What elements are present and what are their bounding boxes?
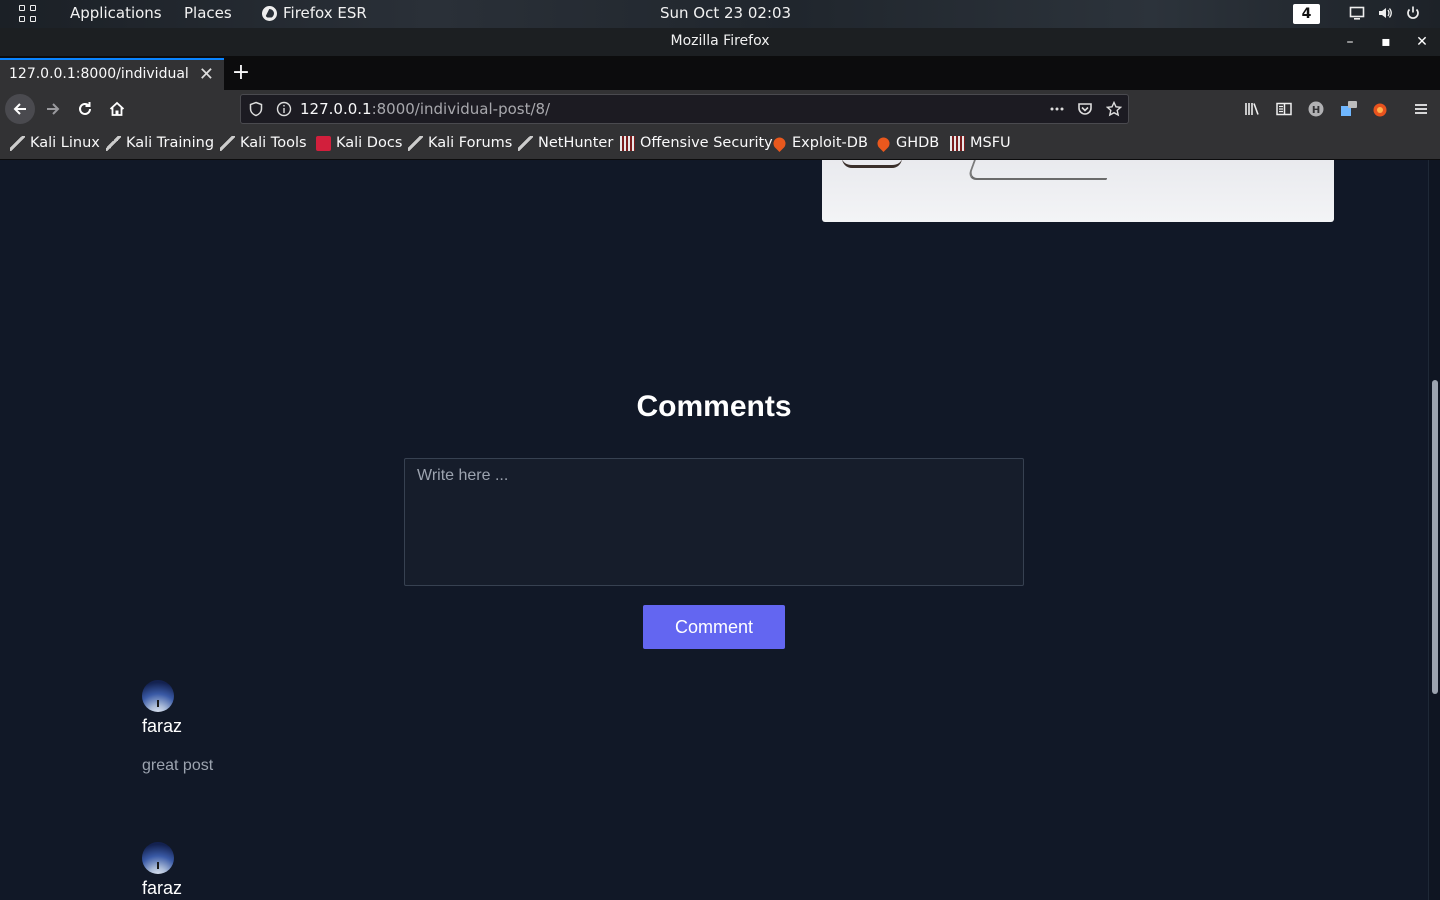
kali-dragon-icon (220, 135, 235, 151)
kali-dragon-icon (106, 135, 121, 151)
avatar (142, 680, 174, 712)
bookmark-kali-docs[interactable]: Kali Docs (316, 135, 402, 151)
bookmark-kali-forums[interactable]: Kali Forums (408, 135, 512, 151)
hamburger-menu-icon[interactable] (1412, 100, 1430, 118)
post-image-detail (966, 160, 1118, 180)
app-grid-icon[interactable] (19, 5, 37, 23)
sidebar-toggle-icon[interactable] (1275, 100, 1293, 118)
applications-menu[interactable]: Applications (70, 4, 162, 22)
close-window-button[interactable]: ✕ (1411, 31, 1433, 53)
kali-dragon-icon (10, 135, 25, 151)
bookmark-label: GHDB (896, 135, 940, 151)
url-host: 127.0.0.1 (300, 100, 372, 118)
tracking-shield-icon[interactable] (248, 101, 264, 117)
display-icon[interactable] (1349, 5, 1365, 21)
kali-dragon-icon (518, 135, 533, 151)
exploit-db-icon (875, 134, 892, 152)
forward-button[interactable] (38, 94, 68, 124)
url-bar[interactable]: 127.0.0.1:8000/individual-post/8/ (240, 94, 1129, 124)
workspace-indicator[interactable]: 4 (1293, 4, 1320, 24)
page-content: Comments Comment faraz great post faraz (0, 160, 1428, 900)
avatar-figure (157, 862, 159, 869)
nav-toolbar: 127.0.0.1:8000/individual-post/8/ H (0, 90, 1440, 128)
tab-title: 127.0.0.1:8000/individual-post/8/ (9, 66, 189, 82)
bookmark-ghdb[interactable]: GHDB (875, 134, 940, 152)
account-icon[interactable]: H (1307, 100, 1325, 118)
tab-close-button[interactable]: ✕ (199, 64, 214, 85)
bookmark-nethunter[interactable]: NetHunter (518, 135, 613, 151)
home-icon (109, 101, 125, 116)
library-icon[interactable] (1243, 100, 1261, 118)
comment-text: great post (142, 757, 214, 774)
power-icon[interactable] (1405, 5, 1421, 21)
offsec-icon (620, 135, 635, 151)
back-button[interactable] (5, 94, 35, 124)
pocket-icon[interactable] (1077, 101, 1093, 117)
tab-active[interactable]: 127.0.0.1:8000/individual-post/8/ ✕ (0, 58, 224, 90)
avatar-figure (157, 700, 159, 707)
places-menu[interactable]: Places (184, 4, 232, 22)
avatar (142, 842, 174, 874)
volume-icon[interactable] (1377, 5, 1393, 21)
clock[interactable]: Sun Oct 23 02:03 (660, 4, 791, 22)
comment-submit-button[interactable]: Comment (643, 605, 785, 649)
extension-fox-icon[interactable] (1371, 100, 1389, 118)
comment-input[interactable] (404, 458, 1024, 586)
post-image (822, 160, 1334, 222)
comment-item: faraz (142, 842, 542, 899)
bookmark-label: Kali Forums (428, 135, 513, 151)
url-text[interactable]: 127.0.0.1:8000/individual-post/8/ (300, 100, 550, 118)
site-info-icon[interactable] (276, 101, 292, 117)
forward-arrow-icon (47, 103, 60, 115)
kali-dragon-icon (408, 135, 423, 151)
svg-text:H: H (1312, 105, 1320, 116)
minimize-button[interactable]: – (1339, 31, 1361, 53)
bookmark-label: NetHunter (538, 135, 614, 151)
bookmark-kali-tools[interactable]: Kali Tools (220, 135, 307, 151)
new-tab-button[interactable]: + (230, 60, 252, 86)
exploit-db-icon (771, 134, 788, 152)
page-actions-icon[interactable] (1049, 101, 1065, 117)
bookmark-label: Kali Training (126, 135, 215, 151)
home-button[interactable] (102, 94, 132, 124)
scrollbar-thumb[interactable] (1432, 380, 1438, 694)
top-panel: Applications Places Firefox ESR Sun Oct … (0, 0, 1440, 28)
back-arrow-icon (13, 103, 26, 115)
page-scrollbar[interactable] (1428, 160, 1440, 900)
bookmark-offensive-security[interactable]: Offensive Security (620, 135, 773, 151)
bookmark-kali-training[interactable]: Kali Training (106, 135, 214, 151)
bookmark-exploit-db[interactable]: Exploit-DB (771, 134, 868, 152)
reload-icon (79, 102, 91, 115)
window-titlebar: Mozilla Firefox – ▪ ✕ (0, 28, 1440, 56)
extension-badge-icon[interactable] (1339, 100, 1357, 118)
kali-docs-icon (316, 135, 331, 151)
bookmark-kali-linux[interactable]: Kali Linux (10, 135, 100, 151)
comment-author: faraz (142, 878, 183, 898)
bookmark-label: Offensive Security (640, 135, 773, 151)
comment-author: faraz (142, 716, 183, 736)
bookmark-msfu[interactable]: MSFU (950, 135, 1011, 151)
comment-item: faraz great post (142, 680, 542, 775)
firefox-icon (262, 5, 277, 21)
reload-button[interactable] (70, 94, 100, 124)
bookmark-star-icon[interactable] (1106, 101, 1122, 117)
url-path: :8000/individual-post/8/ (371, 100, 551, 118)
bookmark-label: Kali Linux (30, 135, 100, 151)
bookmarks-toolbar: Kali Linux Kali Training Kali Tools Kali… (0, 128, 1440, 160)
active-app-label: Firefox ESR (283, 4, 367, 22)
bookmark-label: Exploit-DB (792, 135, 868, 151)
comments-heading: Comments (636, 390, 792, 423)
active-app-menu[interactable]: Firefox ESR (262, 4, 367, 22)
bookmark-label: MSFU (970, 135, 1011, 151)
offsec-icon (950, 135, 965, 151)
bookmark-label: Kali Tools (240, 135, 307, 151)
bookmark-label: Kali Docs (336, 135, 403, 151)
tab-strip: 127.0.0.1:8000/individual-post/8/ ✕ + (0, 56, 1440, 90)
post-image-detail (842, 160, 902, 168)
maximize-button[interactable]: ▪ (1375, 31, 1397, 53)
window-title: Mozilla Firefox (670, 33, 770, 49)
